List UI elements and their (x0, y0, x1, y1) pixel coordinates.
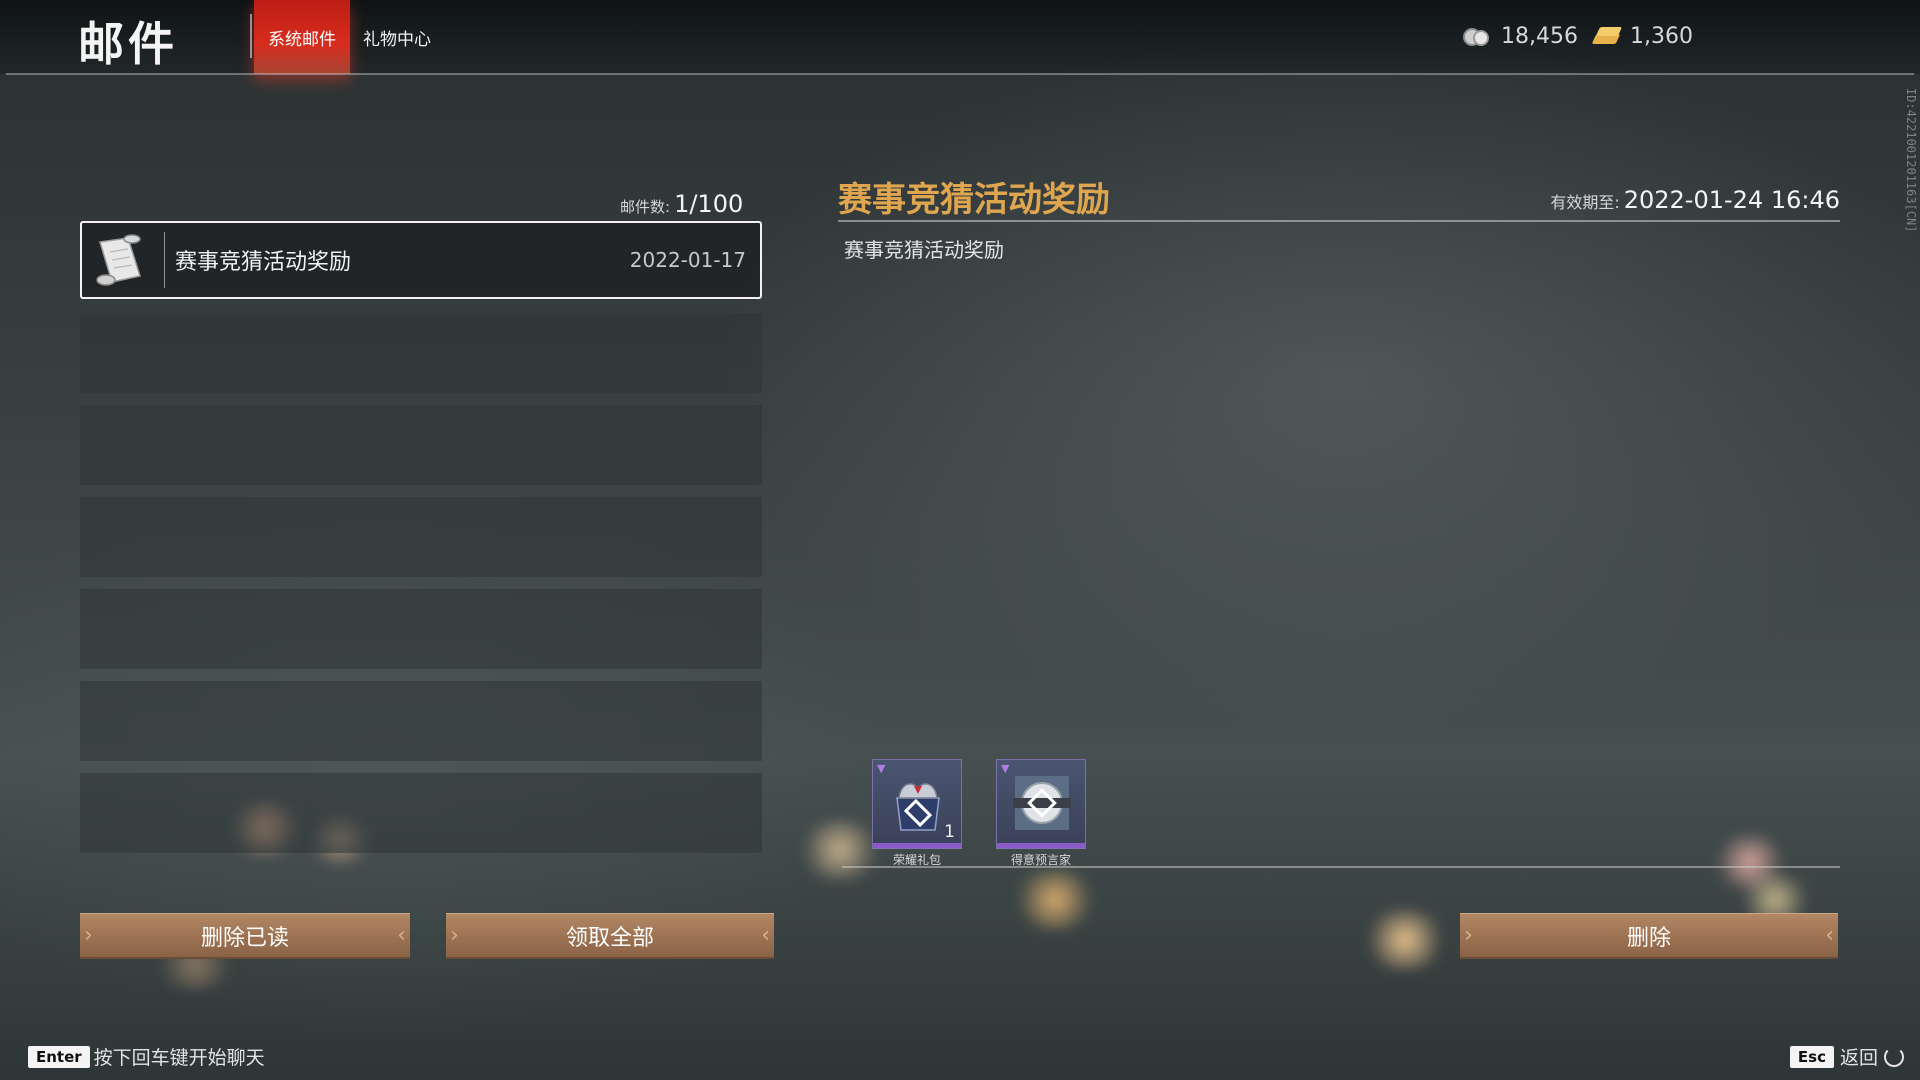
silver-currency: 18,456 (1463, 24, 1578, 49)
detail-divider (838, 220, 1840, 222)
chat-hint-text: 按下回车键开始聊天 (93, 1047, 265, 1069)
gold-amount: 1,360 (1630, 24, 1693, 49)
gold-ingot-icon (1591, 26, 1623, 48)
chat-hint: Enter 按下回车键开始聊天 (28, 1043, 265, 1070)
empty-mail-slot (80, 405, 762, 485)
mail-body: 赛事竞猜活动奖励 (844, 238, 1004, 262)
badge-icon (1013, 776, 1071, 830)
item-divider (164, 232, 165, 288)
reward-item-gift-bag[interactable]: ▼ 1 (872, 759, 962, 849)
empty-mail-slot (80, 313, 762, 393)
expiry-label: 有效期至: (1550, 193, 1620, 212)
empty-mail-slot (80, 589, 762, 669)
gift-bag-icon (896, 783, 940, 831)
tab-system-mail[interactable]: 系统邮件 (250, 0, 350, 74)
reward-item-badge[interactable]: ▼ (996, 759, 1086, 849)
silver-amount: 18,456 (1501, 24, 1578, 49)
mail-expiry: 有效期至: 2022-01-24 16:46 (1550, 186, 1840, 214)
back-button[interactable]: Esc 返回 (1789, 1043, 1904, 1070)
claim-all-button[interactable]: 领取全部 (446, 913, 774, 959)
reward-quantity: 1 (944, 822, 955, 842)
rarity-icon: ▼ (1001, 762, 1010, 775)
mail-item-title: 赛事竞猜活动奖励 (175, 250, 352, 275)
mail-list: 赛事竞猜活动奖励 2022-01-17 (80, 221, 762, 865)
rarity-icon: ▼ (877, 762, 886, 775)
top-divider (6, 73, 1914, 75)
enter-key-badge: Enter (28, 1045, 90, 1068)
empty-mail-slot (80, 773, 762, 853)
mail-count: 邮件数: 1/100 (620, 190, 743, 218)
reward-divider (842, 866, 1840, 868)
silver-coin-icon (1463, 26, 1493, 48)
top-bar: 邮件 系统邮件 礼物中心 18,456 1,360 (0, 0, 1920, 74)
empty-mail-slot (80, 497, 762, 577)
mail-detail-title: 赛事竞猜活动奖励 (838, 180, 1110, 220)
page-title: 邮件 (78, 17, 178, 71)
mail-item-selected[interactable]: 赛事竞猜活动奖励 2022-01-17 (80, 221, 762, 299)
empty-mail-slot (80, 681, 762, 761)
delete-read-button[interactable]: 删除已读 (80, 913, 410, 959)
return-icon (1884, 1046, 1904, 1067)
scroll-icon (82, 225, 158, 295)
gold-currency: 1,360 (1591, 24, 1693, 49)
back-label: 返回 (1839, 1047, 1878, 1069)
client-id-label: ID:4221001201163[CN] (1904, 88, 1918, 233)
mail-count-label: 邮件数: (620, 198, 671, 216)
mail-item-date: 2022-01-17 (629, 248, 746, 272)
tab-gift-center[interactable]: 礼物中心 (352, 0, 442, 74)
expiry-value: 2022-01-24 16:46 (1623, 186, 1840, 214)
delete-button[interactable]: 删除 (1460, 913, 1838, 959)
esc-key-badge: Esc (1789, 1045, 1834, 1068)
mail-count-value: 1/100 (674, 190, 744, 218)
